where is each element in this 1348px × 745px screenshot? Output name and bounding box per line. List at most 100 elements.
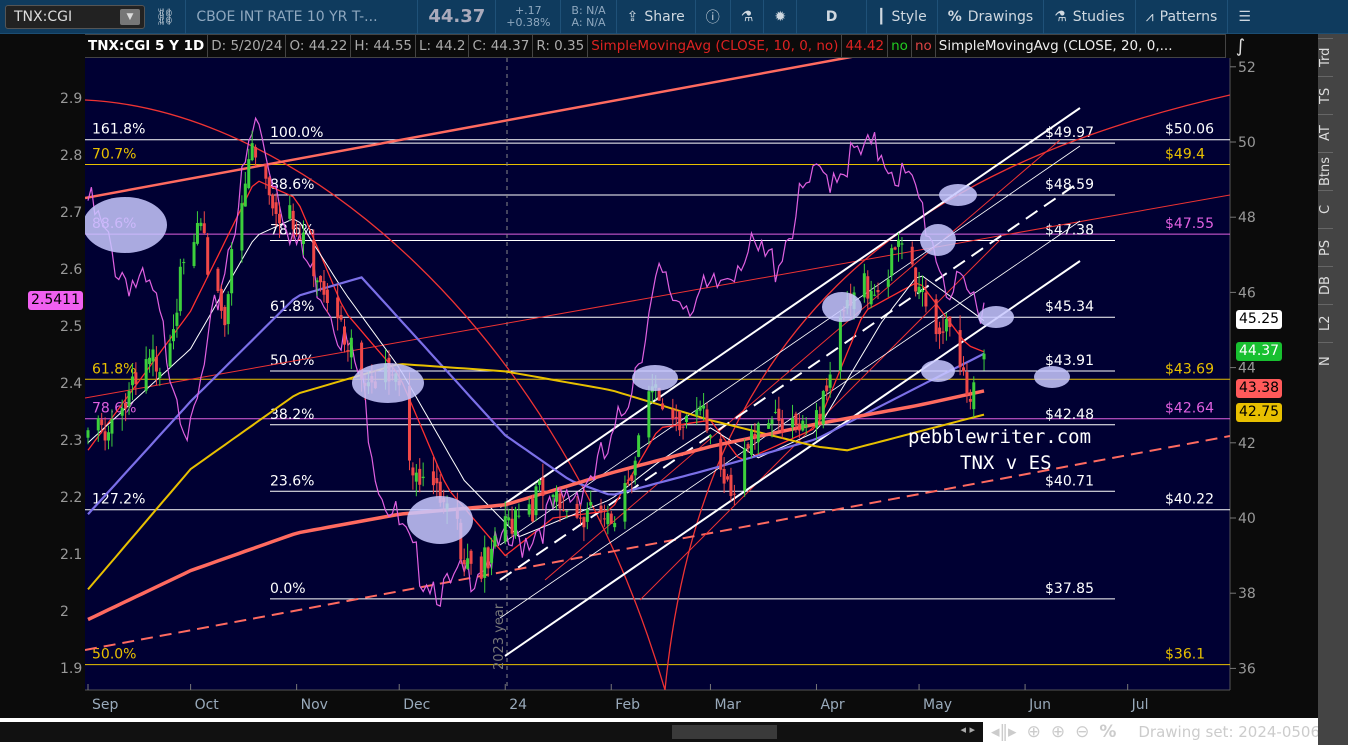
candle-body bbox=[962, 367, 966, 372]
tab-trd[interactable]: Trd bbox=[1318, 38, 1333, 76]
candle-body bbox=[490, 548, 494, 563]
candle-body bbox=[514, 509, 517, 536]
candle-body bbox=[702, 405, 706, 409]
tab-ts[interactable]: TS bbox=[1318, 76, 1333, 114]
candle-body bbox=[814, 410, 818, 428]
percent-icon[interactable]: % bbox=[1099, 722, 1116, 742]
horizontal-scrollbar[interactable]: ◂ ▸ bbox=[0, 721, 983, 742]
left-axis-label: 2.4 bbox=[60, 376, 82, 392]
candle-body bbox=[486, 547, 490, 569]
candle-body bbox=[838, 316, 842, 371]
extension-level-label: 161.8% bbox=[92, 122, 145, 138]
candle-body bbox=[295, 233, 299, 235]
tab-at[interactable]: AT bbox=[1318, 114, 1333, 152]
candle-body bbox=[96, 418, 100, 431]
tab-btns[interactable]: Btns bbox=[1318, 152, 1333, 190]
candle bbox=[890, 244, 894, 281]
candle-body bbox=[219, 288, 223, 311]
candle-body bbox=[746, 444, 750, 449]
drawing-set-label[interactable]: Drawing set: 2024-0506 bbox=[1138, 723, 1320, 741]
candle-body bbox=[479, 556, 483, 579]
right-axis-label: 44 bbox=[1238, 361, 1256, 377]
candle-body bbox=[223, 306, 227, 326]
chart-subtitle: TNX v ES bbox=[960, 452, 1052, 474]
candle bbox=[637, 433, 641, 458]
crosshair-icon[interactable]: ⊕ bbox=[1027, 722, 1041, 742]
tab-n[interactable]: N bbox=[1318, 342, 1333, 380]
x-axis-label: Mar bbox=[714, 697, 741, 713]
candle-body bbox=[575, 503, 579, 518]
fib-level-label: 23.6% bbox=[270, 473, 314, 489]
tab-ps[interactable]: PS bbox=[1318, 228, 1333, 266]
candle-body bbox=[722, 468, 726, 484]
candle-body bbox=[756, 423, 760, 443]
x-axis-label: Jun bbox=[1028, 697, 1051, 713]
expand-icon[interactable]: ◂‖▸ bbox=[991, 722, 1017, 742]
candle-body bbox=[469, 550, 473, 564]
candle bbox=[178, 258, 182, 316]
candle-body bbox=[325, 289, 329, 304]
highlight-ellipse bbox=[407, 496, 473, 544]
candle-body bbox=[876, 290, 880, 293]
candle-body bbox=[517, 515, 521, 517]
tab-c[interactable]: C bbox=[1318, 190, 1333, 228]
left-axis-label: 2.1 bbox=[60, 547, 82, 563]
candle-body bbox=[681, 426, 685, 428]
candle-body bbox=[726, 476, 730, 480]
fib-level-price: $48.59 bbox=[1045, 177, 1094, 193]
candle-body bbox=[732, 493, 736, 495]
candle-body bbox=[565, 510, 569, 512]
candle-body bbox=[862, 273, 866, 298]
candle-body bbox=[602, 518, 606, 520]
zoom-in-icon[interactable]: ⊕ bbox=[1051, 722, 1065, 742]
candle-body bbox=[893, 247, 897, 250]
candle-body bbox=[661, 403, 665, 410]
candle-body bbox=[343, 326, 346, 345]
candle-body bbox=[958, 330, 962, 368]
price-chart[interactable]: 52 50 48 46 44 42 40 38 36 2.9 2.8 2.7 2.6 2.5 2.4 2.3 2… bbox=[0, 0, 1348, 745]
highlight-ellipse bbox=[939, 184, 977, 206]
candle bbox=[623, 475, 627, 530]
tab-l2[interactable]: L2 bbox=[1318, 304, 1333, 342]
candle-body bbox=[199, 222, 203, 227]
left-axis-label: 2.5 bbox=[60, 319, 82, 335]
candle-body bbox=[534, 486, 538, 516]
candle-body bbox=[315, 280, 319, 283]
candle-body bbox=[968, 398, 972, 402]
candle-body bbox=[578, 517, 582, 519]
candle-body bbox=[278, 213, 282, 224]
scrollbar-thumb[interactable] bbox=[672, 724, 777, 739]
corner-panel bbox=[1318, 690, 1348, 745]
zoom-out-icon[interactable]: ⊖ bbox=[1075, 722, 1089, 742]
candle bbox=[531, 494, 535, 523]
candle-body bbox=[507, 517, 511, 521]
candle-body bbox=[414, 472, 418, 482]
candle-body bbox=[770, 419, 774, 425]
candle-body bbox=[671, 409, 675, 420]
candle-body bbox=[339, 315, 343, 320]
candle-body bbox=[319, 275, 323, 283]
candle-body bbox=[175, 312, 179, 326]
candle-body bbox=[749, 430, 753, 455]
watermark: pebblewriter.com bbox=[908, 426, 1091, 448]
candle-body bbox=[100, 419, 104, 426]
candle-body bbox=[914, 267, 918, 292]
candle-body bbox=[271, 194, 275, 209]
candle-body bbox=[873, 294, 877, 296]
candle-body bbox=[120, 407, 124, 416]
fib-level-label: 0.0% bbox=[270, 581, 306, 597]
left-axis-label: 2.7 bbox=[60, 205, 82, 221]
extension-level-price: $40.22 bbox=[1165, 492, 1214, 508]
candle-body bbox=[301, 232, 305, 245]
candle-body bbox=[944, 319, 948, 332]
candle-body bbox=[264, 163, 268, 179]
candle-body bbox=[866, 276, 870, 299]
extension-level-price: $42.64 bbox=[1165, 401, 1214, 417]
candle-body bbox=[777, 408, 781, 421]
candle-body bbox=[172, 329, 175, 342]
tab-db[interactable]: DB bbox=[1318, 266, 1333, 304]
candle-body bbox=[483, 547, 487, 578]
scroll-arrows-icon[interactable]: ◂ ▸ bbox=[960, 723, 975, 736]
candle-body bbox=[192, 242, 196, 267]
extension-level-price: $36.1 bbox=[1165, 647, 1205, 663]
